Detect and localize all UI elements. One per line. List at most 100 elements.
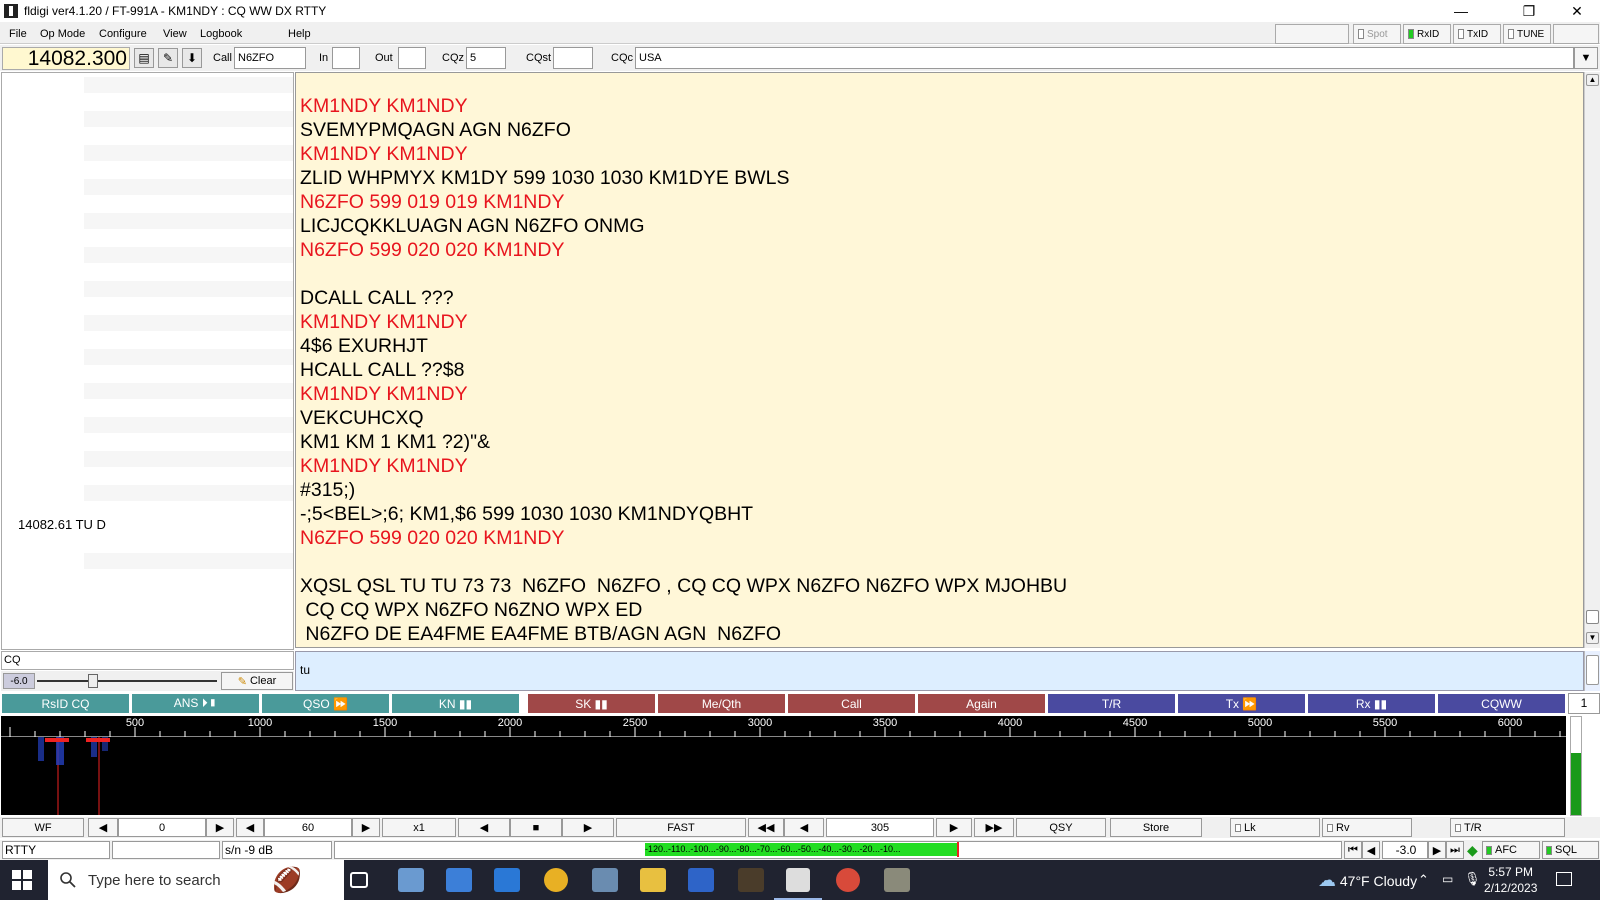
receive-text-pane[interactable]: KM1NDY KM1NDY SVEMYPMQAGN AGN N6ZFO KM1NDY… [295,72,1584,648]
network-icon[interactable]: ▭ [1442,872,1453,886]
windows-start-icon[interactable] [12,870,32,890]
range-increase-button[interactable]: ▶ [352,818,380,837]
scroll-up-icon[interactable]: ▲ [1586,74,1599,86]
tray-chevron-up-icon[interactable]: ⌃ [1418,872,1429,888]
scroll-left-button[interactable]: ◀ [458,818,510,837]
waterfall-display[interactable] [1,737,1566,815]
frequency-display[interactable]: 14082.300 [2,47,130,70]
macro-button[interactable]: Call [787,693,916,714]
menu-view[interactable]: View [163,28,187,40]
fast-rewind-icon[interactable]: ◀◀ [748,818,784,837]
notepad-icon[interactable] [398,868,424,892]
browser-search-input[interactable]: CQ [1,651,294,670]
blank-top-button-2[interactable] [1553,24,1599,44]
close-button[interactable]: ✕ [1554,0,1600,22]
afc-toggle[interactable]: AFC [1482,841,1540,859]
macro-button[interactable]: KN ▮▮ [391,693,520,714]
macro-button[interactable]: Rx ▮▮ [1307,693,1436,714]
radio-app-icon[interactable] [738,868,764,892]
freq-list-icon[interactable]: ▤ [134,48,154,68]
speed-button[interactable]: FAST [616,818,746,837]
blank-top-button[interactable] [1275,24,1349,44]
center-button[interactable]: ■ [510,818,562,837]
cqz-field[interactable]: 5 [466,47,506,69]
macro-button[interactable]: T/R [1047,693,1176,714]
macro-button[interactable]: ANS ⏵▮ [131,693,260,714]
microphone-icon[interactable]: 🎙 [1464,871,1481,887]
task-view-icon[interactable] [350,872,368,888]
spot-toggle[interactable]: Spot [1353,24,1401,44]
chrome-profile-icon[interactable] [836,868,860,892]
fast-forward-icon[interactable]: ▶▶ [974,818,1014,837]
macro-button[interactable]: SK ▮▮ [527,693,656,714]
menu-op-mode[interactable]: Op Mode [40,28,85,40]
clear-button[interactable]: ✎ Clear [221,672,293,690]
step-forward-icon[interactable]: ▶ [936,818,972,837]
clock[interactable]: 5:57 PM 2/12/2023 [1484,864,1537,896]
taskbar-search-input[interactable]: Type here to search 🏈 [48,860,344,900]
zoom-button[interactable]: x1 [382,818,456,837]
document-icon[interactable] [688,868,714,892]
step-back-icon[interactable]: ◀ [784,818,824,837]
fldigi-taskbar-icon[interactable] [786,868,810,892]
cqc-field[interactable]: USA [635,47,1574,69]
gimp-icon[interactable] [884,868,910,892]
frequency-scale[interactable]: 500 1000 1500 2000 2500 3000 3500 4000 4500 5000 5… [1,716,1566,737]
sql-toggle[interactable]: SQL [1542,841,1599,859]
weather-widget[interactable]: ☁ 47°F Cloudy [1318,870,1417,891]
macro-button[interactable]: RsID CQ [1,693,130,714]
restore-button[interactable]: ❐ [1506,0,1552,22]
macro-button[interactable]: QSO ⏩ [261,693,390,714]
call-field[interactable]: N6ZFO [234,47,306,69]
reverse-toggle[interactable]: Rv [1322,818,1412,837]
file-explorer-icon[interactable] [640,868,666,892]
broom-clear-icon[interactable]: ✎ [158,48,178,68]
cqst-field[interactable] [553,47,593,69]
browser-squelch-slider[interactable] [37,673,217,689]
mode-indicator[interactable]: RTTY [2,841,110,859]
scroll-thumb[interactable] [1586,610,1599,624]
audio-freq-field[interactable]: 305 [826,818,934,837]
menu-configure[interactable]: Configure [99,28,147,40]
range-field[interactable]: 60 [264,818,352,837]
mail-icon[interactable] [494,868,520,892]
menu-logbook[interactable]: Logbook [200,28,242,40]
scroll-thumb[interactable] [1586,655,1599,685]
menu-help[interactable]: Help [288,28,311,40]
transmit-text-pane[interactable]: tu [295,651,1584,691]
lower-increase-button[interactable]: ▶ [206,818,234,837]
rx-scrollbar[interactable]: ▲ ▼ [1584,72,1600,648]
tune-toggle[interactable]: TUNE [1503,24,1551,44]
macro-button[interactable]: Again [917,693,1046,714]
afc-fast-back-icon[interactable]: ⏮ [1344,841,1362,859]
menu-file[interactable]: File [9,28,27,40]
range-decrease-button[interactable]: ◀ [236,818,264,837]
scroll-down-icon[interactable]: ▼ [1586,632,1599,644]
afc-fast-forward-icon[interactable]: ⏭ [1446,841,1464,859]
tx-scrollbar[interactable] [1584,651,1600,691]
browser-entry[interactable]: 14082.61 TU D [18,517,106,532]
txid-toggle[interactable]: TxID [1453,24,1501,44]
calculator-icon[interactable] [592,868,618,892]
wf-mode-button[interactable]: WF [2,818,84,837]
macro-button[interactable]: Me/Qth [657,693,786,714]
macro-page-indicator[interactable]: 1 [1568,693,1600,714]
macro-button[interactable]: Tx ⏩ [1177,693,1306,714]
lower-decrease-button[interactable]: ◀ [88,818,118,837]
tr-toggle[interactable]: T/R [1450,818,1565,837]
notifications-icon[interactable] [1556,872,1572,886]
squelch-value[interactable]: -3.0 [1382,841,1428,859]
store-button[interactable]: Store [1110,818,1202,837]
chevron-down-icon[interactable]: ▼ [1574,47,1598,69]
qsy-button[interactable]: QSY [1016,818,1106,837]
afc-back-icon[interactable]: ◀ [1362,841,1380,859]
scroll-right-button[interactable]: ▶ [562,818,614,837]
store-icon[interactable] [446,868,472,892]
minimize-button[interactable]: — [1438,0,1484,22]
save-log-icon[interactable]: ⬇ [182,48,202,68]
rxid-toggle[interactable]: RxID [1403,24,1451,44]
macro-button[interactable]: CQWW [1437,693,1566,714]
chrome-icon[interactable] [544,868,568,892]
lower-level-field[interactable]: 0 [118,818,206,837]
signal-browser-panel[interactable] [1,72,294,650]
